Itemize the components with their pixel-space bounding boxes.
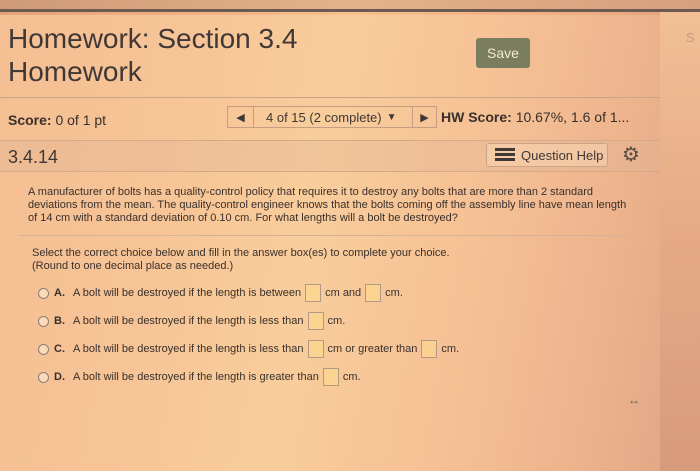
next-question-button[interactable]: ▶ <box>413 106 437 128</box>
choice-text: cm and <box>325 287 362 299</box>
instructions: Select the correct choice below and fill… <box>32 247 592 273</box>
side-panel <box>660 12 700 471</box>
hw-score-label: HW Score: <box>441 109 512 125</box>
hw-score-value: 10.67%, 1.6 of 1... <box>515 109 630 125</box>
choice-d-radio[interactable] <box>38 371 49 383</box>
choice-text: A bolt will be destroyed if the length i… <box>73 343 304 355</box>
choice-d[interactable]: D. A bolt will be destroyed if the lengt… <box>38 367 361 387</box>
top-bar <box>0 0 700 12</box>
question-help-button[interactable]: Question Help <box>486 143 608 167</box>
choice-text: A bolt will be destroyed if the length i… <box>73 287 302 299</box>
instruction-line: (Round to one decimal place as needed.) <box>32 260 234 272</box>
question-number: 3.4.14 <box>8 147 59 167</box>
answer-box[interactable] <box>305 284 322 302</box>
choice-a[interactable]: A. A bolt will be destroyed if the lengt… <box>38 283 403 303</box>
question-selector-dropdown[interactable]: 4 of 15 (2 complete) ▼ <box>253 106 413 128</box>
divider <box>20 235 630 236</box>
side-panel-text: S <box>686 30 695 45</box>
score: Score: 0 of 1 pt <box>8 112 106 128</box>
answer-box[interactable] <box>307 312 324 330</box>
triangle-right-icon: ▶ <box>420 111 429 124</box>
answer-box[interactable] <box>365 284 382 302</box>
choice-b-radio[interactable] <box>38 315 49 327</box>
question-help-label: Question Help <box>521 147 604 163</box>
hw-score: HW Score: 10.67%, 1.6 of 1... <box>441 109 629 125</box>
choice-text: cm. <box>342 371 361 383</box>
choice-text: A bolt will be destroyed if the length i… <box>73 315 304 327</box>
page-title: Homework: Section 3.4 Homework <box>8 23 298 87</box>
resize-handle-icon[interactable]: ↔ <box>628 393 640 407</box>
divider <box>0 97 660 98</box>
choice-letter: B. <box>54 315 65 327</box>
choice-c[interactable]: C. A bolt will be destroyed if the lengt… <box>38 339 459 359</box>
choice-c-radio[interactable] <box>38 343 49 355</box>
problem-text: A manufacturer of bolts has a quality-co… <box>28 186 627 224</box>
chevron-down-icon: ▼ <box>386 111 397 123</box>
answer-box[interactable] <box>322 368 339 386</box>
choice-text: cm. <box>327 315 346 327</box>
question-progress: 4 of 15 (2 complete) <box>266 109 382 125</box>
answer-box[interactable] <box>421 340 438 358</box>
instruction-line: Select the correct choice below and fill… <box>32 247 450 259</box>
list-icon <box>495 148 517 162</box>
choice-text: cm. <box>441 343 460 355</box>
answer-box[interactable] <box>307 340 324 358</box>
choice-a-radio[interactable] <box>38 287 49 299</box>
choice-letter: D. <box>54 371 65 383</box>
choice-letter: A. <box>54 287 65 299</box>
choice-text: cm. <box>385 287 403 299</box>
triangle-left-icon: ◀ <box>236 111 245 124</box>
score-value: 0 of 1 pt <box>55 112 107 128</box>
save-button[interactable]: Save <box>476 38 530 68</box>
score-label: Score: <box>8 112 52 128</box>
choice-letter: C. <box>54 343 65 355</box>
gear-icon[interactable]: ⚙ <box>620 144 642 166</box>
previous-question-button[interactable]: ◀ <box>227 106 253 128</box>
choice-text: A bolt will be destroyed if the length i… <box>73 371 319 383</box>
choice-b[interactable]: B. A bolt will be destroyed if the lengt… <box>38 311 345 331</box>
choice-text: cm or greater than <box>327 343 418 355</box>
